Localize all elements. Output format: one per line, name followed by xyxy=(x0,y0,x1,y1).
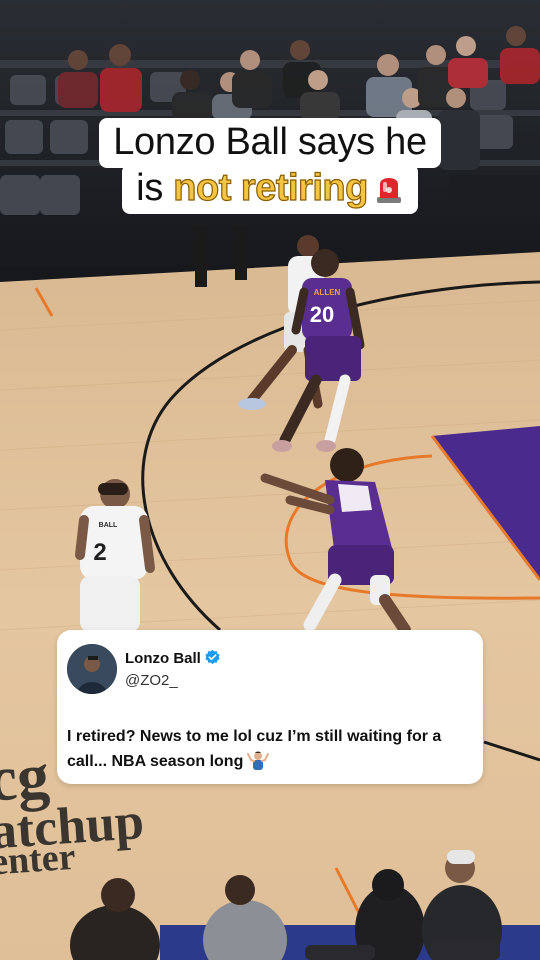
tweet-author-name[interactable]: Lonzo Ball xyxy=(125,650,201,667)
headline-line-1: Lonzo Ball says he xyxy=(99,118,441,168)
avatar[interactable] xyxy=(67,644,117,694)
tweet-body: I retired? News to me lol cuz I’m still … xyxy=(67,724,477,774)
headline-line-2: is not retiring xyxy=(122,164,418,214)
jersey-number-2: 2 xyxy=(93,539,106,566)
jersey-name-20: ALLEN xyxy=(314,288,341,297)
floor-text-3: enter xyxy=(0,836,77,884)
tweet-handle[interactable]: @ZO2_ xyxy=(125,672,178,689)
jersey-number-20: 20 xyxy=(310,302,334,327)
headline: Lonzo Ball says he is not retiring xyxy=(0,118,540,214)
headline-prefix: is xyxy=(136,167,164,209)
police-light-icon xyxy=(376,178,401,203)
headline-highlight: not retiring xyxy=(173,166,369,209)
man-shrugging-icon xyxy=(247,751,270,770)
tweet-card[interactable]: Lonzo Ball @ZO2_ I retired? News to me l… xyxy=(57,630,483,784)
verified-badge-icon xyxy=(205,649,220,665)
jersey-name-2: BALL xyxy=(99,522,118,529)
tweet-author[interactable]: Lonzo Ball xyxy=(125,649,221,667)
